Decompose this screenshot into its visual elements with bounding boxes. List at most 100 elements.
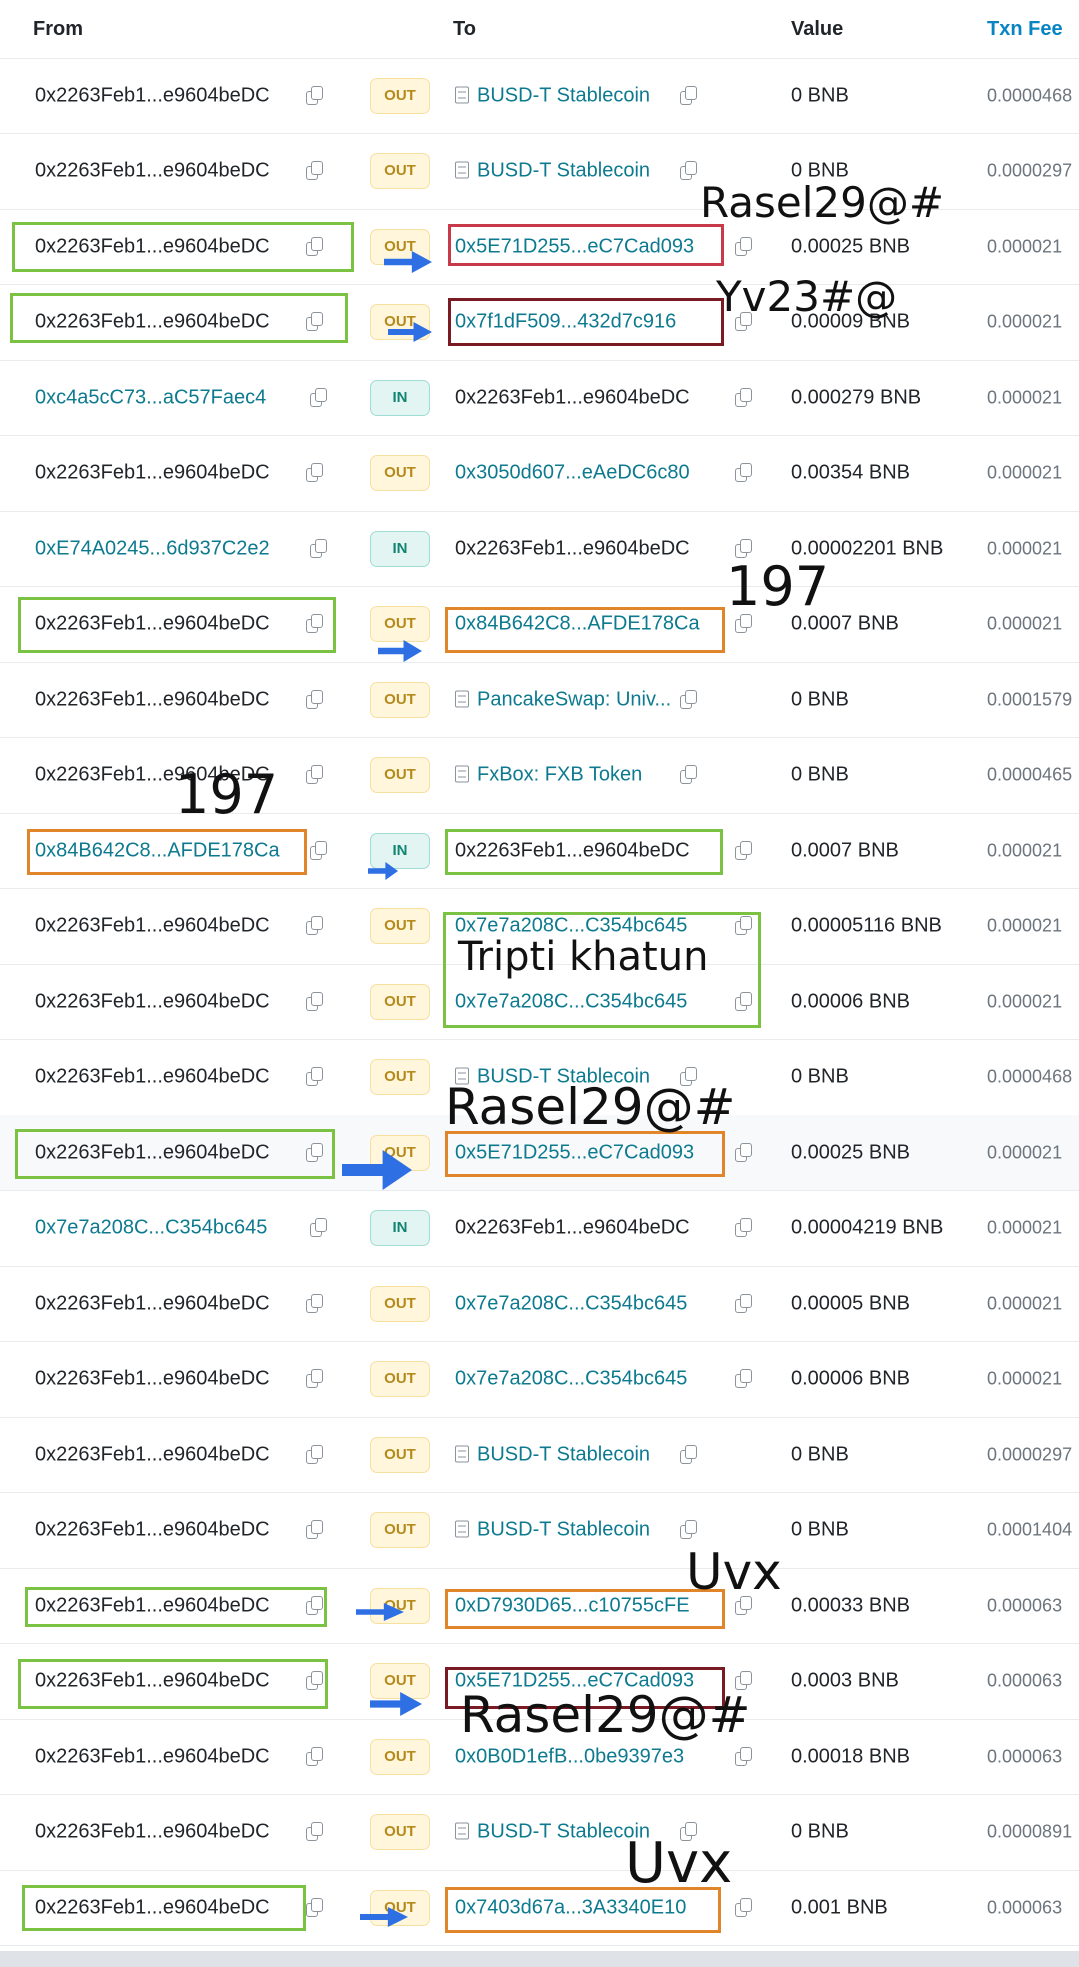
from-address[interactable]: 0x7e7a208C...C354bc645 <box>35 1217 267 1240</box>
copy-icon[interactable] <box>306 463 324 483</box>
to-address[interactable]: 0x3050d607...eAeDC6c80 <box>455 462 690 485</box>
txn-fee: 0.000063 <box>987 1746 1063 1766</box>
header-txn-fee[interactable]: Txn Fee <box>987 18 1063 41</box>
copy-icon[interactable] <box>735 1897 753 1918</box>
copy-icon[interactable] <box>306 1369 324 1389</box>
copy-icon[interactable] <box>306 1897 324 1918</box>
to-address[interactable]: 0x84B642C8...AFDE178Ca <box>455 613 700 636</box>
copy-icon[interactable] <box>306 161 324 181</box>
copy-icon[interactable] <box>735 1293 753 1314</box>
copy-icon[interactable] <box>306 1595 324 1616</box>
txn-fee: 0.000021 <box>987 840 1063 860</box>
value-amount: 0.00354 BNB <box>791 461 910 484</box>
to-address[interactable]: 0x7e7a208C...C354bc645 <box>455 1292 687 1315</box>
copy-icon[interactable] <box>306 236 324 257</box>
to-address[interactable]: BUSD-T Stablecoin <box>455 84 650 107</box>
to-address-text: 0x2263Feb1...e9604beDC <box>455 1216 690 1239</box>
to-address-text: BUSD-T Stablecoin <box>477 1518 651 1541</box>
copy-icon[interactable] <box>306 991 324 1012</box>
table-row: 0x2263Feb1...e9604beDC OUT 0x84B642C8...AF… <box>0 587 1079 663</box>
to-address[interactable]: 0xD7930D65...c10755cFE <box>455 1594 690 1617</box>
value-amount: 0.00033 BNB <box>791 1594 910 1616</box>
from-address[interactable]: 0xE74A0245...6d937C2e2 <box>35 537 270 560</box>
copy-icon[interactable] <box>735 1142 753 1163</box>
to-address[interactable]: BUSD-T Stablecoin <box>455 1519 650 1542</box>
to-address[interactable]: BUSD-T Stablecoin <box>455 1821 650 1844</box>
direction-badge: OUT <box>370 983 430 1020</box>
to-address[interactable]: FxBox: FXB Token <box>455 764 642 787</box>
copy-icon[interactable] <box>306 1293 324 1314</box>
copy-icon[interactable] <box>310 387 328 408</box>
copy-icon[interactable] <box>306 1142 324 1163</box>
to-address[interactable]: BUSD-T Stablecoin <box>455 160 650 183</box>
direction-badge: IN <box>370 832 430 869</box>
annotation-text: 197 <box>726 555 830 618</box>
horizontal-scrollbar[interactable] <box>0 1951 1079 1967</box>
copy-icon[interactable] <box>310 840 328 861</box>
to-address-text: 0x2263Feb1...e9604beDC <box>455 386 690 408</box>
copy-icon[interactable] <box>306 85 324 106</box>
copy-icon[interactable] <box>680 689 698 710</box>
value-amount: 0.00005116 BNB <box>791 914 942 937</box>
to-address[interactable]: 0x0B0D1efB...0be9397e3 <box>455 1745 684 1768</box>
copy-icon[interactable] <box>310 538 328 559</box>
copy-icon[interactable] <box>735 236 753 257</box>
from-address: 0x2263Feb1...e9604beDC <box>35 159 270 182</box>
txn-fee: 0.000021 <box>987 915 1063 936</box>
to-address[interactable]: 0x7e7a208C...C354bc645 <box>455 990 687 1013</box>
copy-icon[interactable] <box>306 916 324 936</box>
to-address[interactable]: 0x7e7a208C...C354bc645 <box>455 1368 687 1391</box>
value-amount: 0 BNB <box>791 688 849 710</box>
copy-icon[interactable] <box>735 1369 753 1389</box>
txn-fee: 0.0000468 <box>987 1066 1073 1087</box>
copy-icon[interactable] <box>735 1218 753 1238</box>
value-amount: 0 BNB <box>791 763 849 786</box>
copy-icon[interactable] <box>306 614 324 634</box>
from-address[interactable]: 0x84B642C8...AFDE178Ca <box>35 839 280 862</box>
copy-icon[interactable] <box>680 161 698 181</box>
from-address[interactable]: 0xc4a5cC73...aC57Faec4 <box>35 386 266 409</box>
copy-icon[interactable] <box>735 1746 753 1767</box>
to-address-text: PancakeSwap: Univ... <box>477 688 672 710</box>
copy-icon[interactable] <box>735 387 753 408</box>
copy-icon[interactable] <box>310 1218 328 1238</box>
copy-icon[interactable] <box>306 312 324 332</box>
to-address[interactable]: BUSD-T Stablecoin <box>455 1443 650 1466</box>
txn-fee: 0.000063 <box>987 1670 1063 1691</box>
copy-icon[interactable] <box>306 689 324 710</box>
copy-icon[interactable] <box>680 1444 698 1465</box>
to-address[interactable]: 0x5E71D255...eC7Cad093 <box>455 235 694 258</box>
copy-icon[interactable] <box>306 1746 324 1767</box>
annotation-text: Yv23#@ <box>716 272 898 321</box>
copy-icon[interactable] <box>680 1520 698 1540</box>
to-address-text: 0x7e7a208C...C354bc645 <box>455 1292 688 1314</box>
from-address: 0x2263Feb1...e9604beDC <box>35 1669 270 1692</box>
contract-icon <box>455 690 469 707</box>
to-address[interactable]: 0x5E71D255...eC7Cad093 <box>455 1141 694 1164</box>
to-address-text: 0x7e7a208C...C354bc645 <box>455 990 688 1012</box>
to-address[interactable]: 0x7f1dF509...432d7c916 <box>455 311 676 334</box>
from-address: 0x2263Feb1...e9604beDC <box>35 310 270 333</box>
copy-icon[interactable] <box>735 991 753 1012</box>
direction-badge: OUT <box>370 1814 430 1850</box>
copy-icon[interactable] <box>306 1067 324 1087</box>
copy-icon[interactable] <box>306 1822 324 1842</box>
copy-icon[interactable] <box>306 1671 324 1691</box>
direction-badge: OUT <box>370 1285 430 1322</box>
copy-icon[interactable] <box>306 765 324 785</box>
from-address: 0x2263Feb1...e9604beDC <box>35 1065 270 1088</box>
copy-icon[interactable] <box>306 1444 324 1465</box>
to-address[interactable]: 0x7403d67a...3A3340E10 <box>455 1896 686 1919</box>
from-address: 0x2263Feb1...e9604beDC <box>35 1594 270 1616</box>
txn-fee: 0.000021 <box>987 387 1063 407</box>
copy-icon[interactable] <box>680 765 698 785</box>
from-address: 0x2263Feb1...e9604beDC <box>35 612 270 635</box>
copy-icon[interactable] <box>735 840 753 861</box>
to-address[interactable]: PancakeSwap: Univ... <box>455 688 671 711</box>
copy-icon[interactable] <box>735 463 753 483</box>
copy-icon[interactable] <box>680 85 698 106</box>
copy-icon[interactable] <box>735 916 753 936</box>
copy-icon[interactable] <box>306 1520 324 1540</box>
direction-badge: OUT <box>370 606 430 642</box>
table-row: 0x2263Feb1...e9604beDC OUT 0xD7930D65...c1… <box>0 1568 1079 1644</box>
